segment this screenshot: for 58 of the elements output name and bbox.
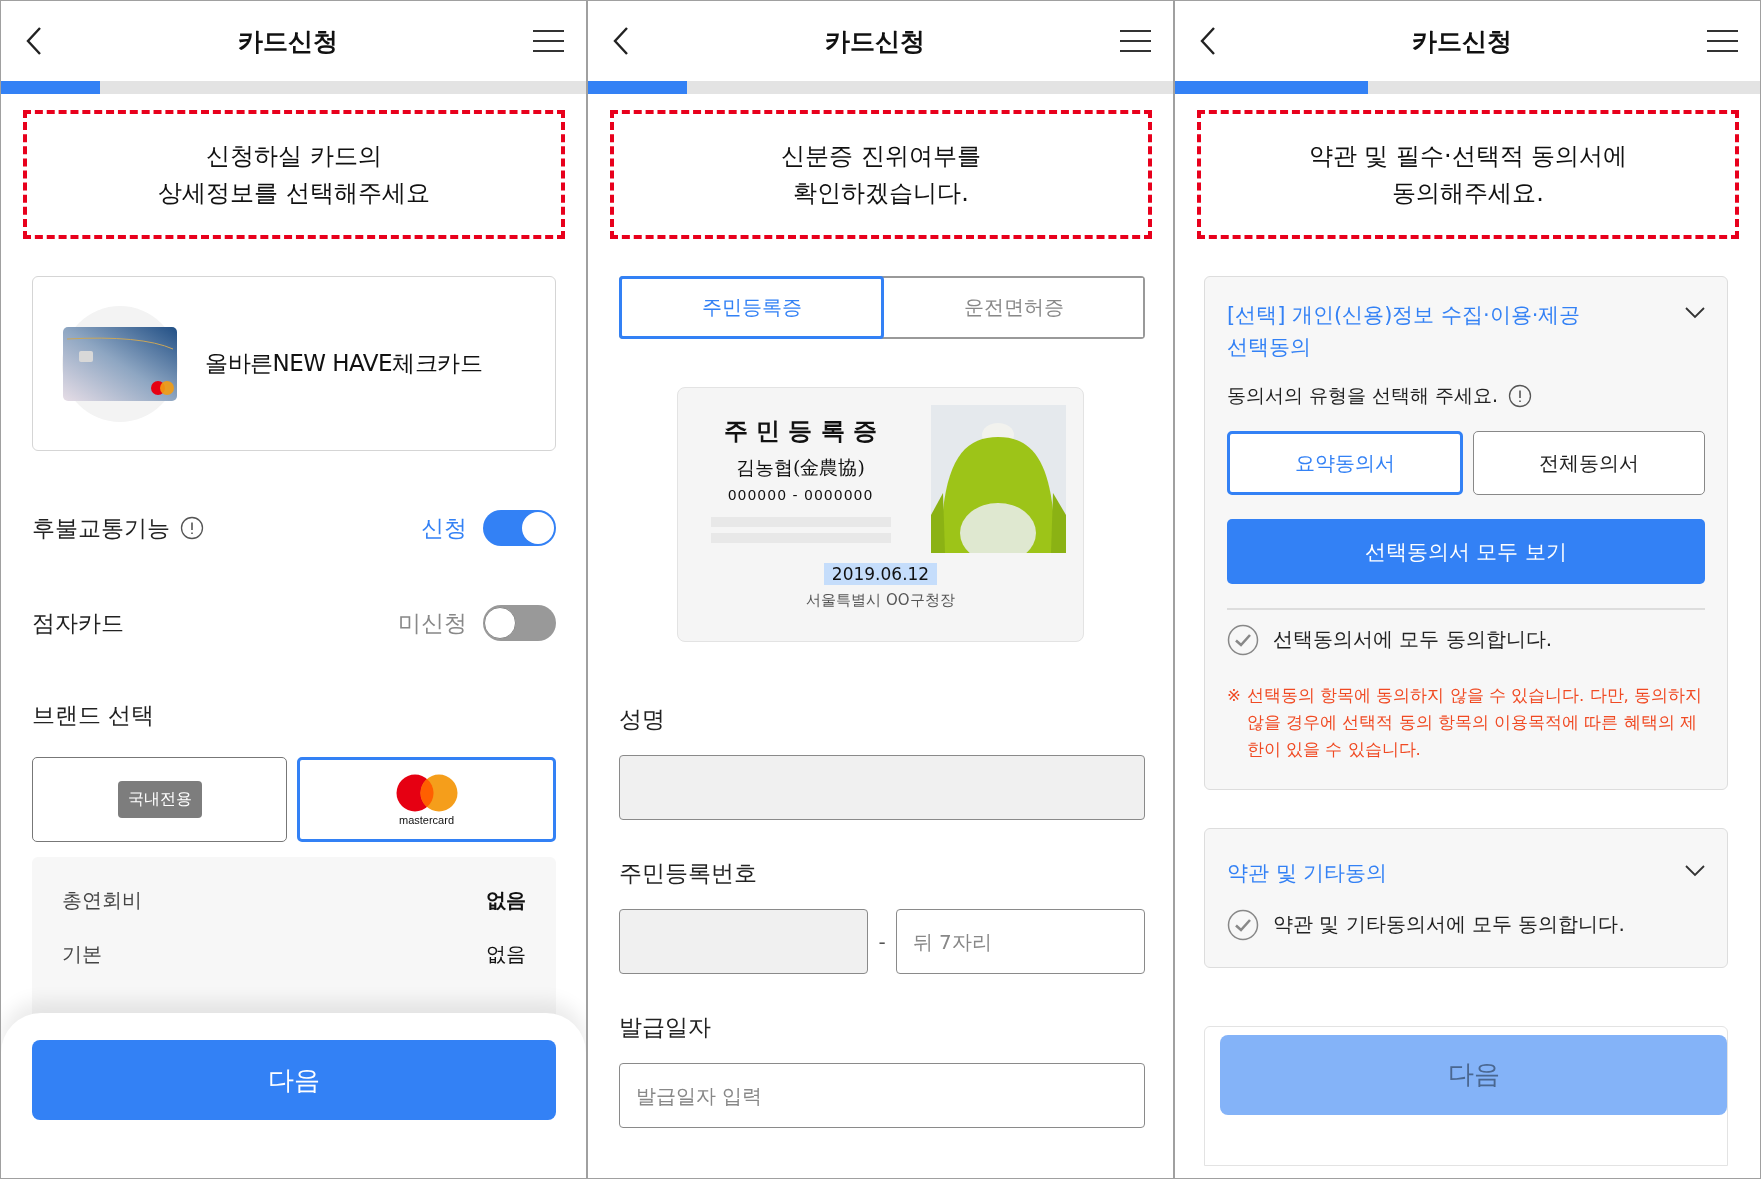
fee-value: 없음 (486, 940, 526, 968)
note-text: 선택동의 항목에 동의하지 않을 수 있습니다. 다만, 동의하지 않을 경우에 선택적 동의 항목의 이용목적에 따른 혜택의 제한이 있을 수 있습니다. (1246, 684, 1704, 761)
option-label: 후불교통기능 (32, 513, 170, 543)
back-icon[interactable] (25, 26, 43, 56)
domestic-badge: 국내전용 (117, 781, 202, 818)
info-icon[interactable] (180, 516, 204, 540)
chevron-down-icon[interactable] (1685, 864, 1705, 877)
agree-label: 약관 및 기타동의서에 모두 동의합니다. (1273, 911, 1625, 938)
option-label: 점자카드 (32, 608, 124, 638)
option-status: 미신청 (398, 608, 467, 638)
input-field[interactable]: 뒤 7자리 (895, 909, 1145, 974)
screen-title: 카드신청 (825, 25, 925, 58)
issue-date: 2019.06.12 (823, 563, 938, 585)
fee-value: 없음 (486, 886, 526, 914)
prompt-text: 동의서의 유형을 선택해 주세요. (1227, 383, 1499, 408)
note-mark: ※ (1227, 684, 1241, 707)
back-icon[interactable] (612, 26, 630, 56)
id-tab[interactable]: 주민등록증 (619, 276, 884, 339)
menu-icon[interactable] (1707, 29, 1738, 53)
card-name: 올바른NEW HAVE체크카드 (205, 349, 483, 378)
section-title: 브랜드 선택 (32, 701, 156, 730)
field-label: 발급일자 (619, 1013, 712, 1042)
fee-label: 총연회비 (62, 886, 142, 914)
input-field[interactable]: 발급일자 입력 (619, 1063, 1145, 1128)
agree-label: 선택동의서에 모두 동의합니다. (1273, 626, 1553, 653)
menu-icon[interactable] (1120, 29, 1151, 53)
notice-text: 신청하실 카드의 상세정보를 선택해주세요 (158, 140, 430, 209)
separator-text: - (878, 929, 886, 954)
id-number: 000000 - 0000000 (727, 487, 874, 503)
chevron-down-icon[interactable] (1685, 307, 1705, 319)
id-name: 김농협(金農協) (736, 455, 865, 480)
field-label: 주민등록번호 (619, 859, 758, 888)
brand-option[interactable]: mastercard (297, 757, 556, 842)
notice-text: 약관 및 필수·선택적 동의서에 동의해주세요. (1308, 140, 1628, 209)
toggle-switch[interactable] (483, 510, 556, 546)
id-title: 주 민 등 록 증 (723, 415, 878, 447)
brand-option[interactable]: 국내전용 (32, 757, 287, 842)
option-status: 신청 (421, 513, 467, 543)
brand-name: mastercard (399, 813, 454, 826)
section-title[interactable]: [선택] 개인(신용)정보 수집·이용·제공 선택동의 (1227, 299, 1581, 363)
screen-title: 카드신청 (238, 25, 338, 58)
issuer-text: 서울특별시 OO구청장 (806, 591, 955, 610)
section-title[interactable]: 약관 및 기타동의 (1227, 856, 1388, 889)
fee-label: 기본 (62, 940, 102, 968)
check-circle[interactable] (1227, 623, 1259, 656)
overlapping-circles-icon (395, 773, 458, 812)
back-icon[interactable] (1199, 26, 1217, 56)
info-icon[interactable] (1508, 384, 1533, 408)
toggle-switch[interactable] (483, 605, 556, 641)
check-circle[interactable] (1227, 908, 1259, 941)
notice-text: 신분증 진위여부를 확인하겠습니다. (781, 140, 981, 209)
next-button[interactable]: 다음 (32, 1040, 556, 1120)
view-all-button[interactable]: 선택동의서 모두 보기 (1227, 519, 1705, 584)
menu-icon[interactable] (533, 29, 564, 53)
consent-type-button[interactable]: 전체동의서 (1473, 431, 1705, 495)
screen-title: 카드신청 (1412, 25, 1512, 58)
field-label: 성명 (619, 705, 666, 734)
consent-type-button[interactable]: 요약동의서 (1227, 431, 1463, 495)
